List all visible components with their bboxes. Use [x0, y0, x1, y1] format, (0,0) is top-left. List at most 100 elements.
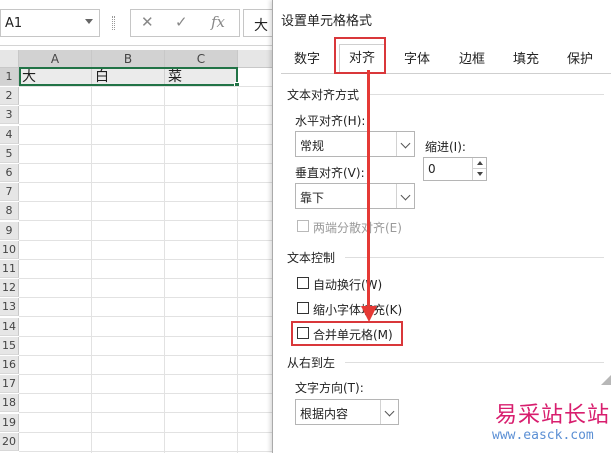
grid-line — [19, 258, 280, 260]
format-cells-dialog: 设置单元格格式 数字 对齐 字体 边框 填充 保护 文本对齐方式 水平对齐(H)… — [272, 0, 611, 453]
row-header-1[interactable]: 1 — [0, 68, 19, 86]
text-direction-value: 根据内容 — [300, 407, 349, 421]
row-header-6[interactable]: 6 — [0, 164, 19, 182]
select-all-corner[interactable] — [0, 50, 19, 68]
row-header-12[interactable]: 12 — [0, 279, 19, 298]
horizontal-align-label: 水平对齐(H): — [295, 114, 366, 128]
row-header-7[interactable]: 7 — [0, 183, 19, 202]
indent-value: 0 — [428, 162, 436, 176]
row-header-19[interactable]: 19 — [0, 413, 19, 432]
cell-selection — [19, 67, 238, 86]
arrow-down-icon — [361, 306, 377, 322]
tab-border[interactable]: 边框 — [448, 46, 496, 73]
annotation-arrow-line — [367, 70, 370, 310]
row-header-4[interactable]: 4 — [0, 125, 19, 144]
grid-line — [19, 182, 280, 183]
grid-line — [19, 316, 280, 318]
tab-bar: 数字 对齐 字体 边框 填充 保护 — [281, 44, 611, 74]
cancel-icon[interactable]: ✕ — [141, 13, 154, 31]
spin-down-button[interactable] — [472, 169, 486, 180]
column-header-b[interactable]: B — [92, 50, 165, 68]
grid-line — [19, 335, 280, 337]
row-header-11[interactable]: 11 — [0, 260, 19, 278]
text-control-title: 文本控制 — [287, 251, 336, 265]
group-divider — [345, 362, 604, 363]
formula-buttons: ✕ ✓ fx — [130, 9, 240, 37]
grid-line — [19, 105, 280, 107]
triangle-down-icon — [477, 172, 483, 176]
grid-line — [19, 431, 280, 433]
text-direction-label: 文字方向(T): — [295, 381, 364, 395]
row-header-10[interactable]: 10 — [0, 240, 19, 259]
grid-line — [237, 68, 238, 453]
enter-icon[interactable]: ✓ — [175, 13, 188, 31]
row-header-9[interactable]: 9 — [0, 221, 19, 240]
column-header-a[interactable]: A — [19, 50, 92, 68]
chevron-down-icon — [400, 190, 411, 201]
grid-line — [19, 374, 280, 375]
grid-line — [91, 68, 92, 453]
grid-line — [19, 278, 280, 279]
fill-handle[interactable] — [234, 82, 240, 88]
grid-line — [19, 143, 280, 145]
row-header-18[interactable]: 18 — [0, 394, 19, 413]
watermark-logo-text: 易采站长站 — [495, 403, 611, 428]
formula-input-value: 大 — [254, 18, 268, 34]
wrap-text-checkbox[interactable] — [297, 277, 309, 289]
grid-line — [19, 162, 280, 164]
chevron-down-icon — [384, 406, 395, 417]
shrink-to-fit-checkbox[interactable] — [297, 302, 309, 314]
row-header-20[interactable]: 20 — [0, 432, 19, 451]
rtl-title: 从右到左 — [287, 356, 336, 370]
spreadsheet-grid[interactable]: A B C 1 2 3 4 5 6 7 8 9 10 11 12 13 14 15 16 17 18 19 20 大 … — [0, 50, 280, 453]
vertical-align-select[interactable]: 靠下 — [295, 183, 415, 209]
row-header-15[interactable]: 15 — [0, 336, 19, 355]
vertical-align-value: 靠下 — [300, 191, 325, 205]
tab-number[interactable]: 数字 — [283, 46, 331, 73]
column-header-c[interactable]: C — [165, 50, 238, 68]
tab-protection[interactable]: 保护 — [556, 46, 604, 73]
indent-label: 缩进(I): — [425, 140, 466, 154]
wrap-text-label: 自动换行(W) — [313, 278, 383, 292]
row-header-3[interactable]: 3 — [0, 106, 19, 125]
dropdown-button[interactable] — [396, 132, 414, 156]
row-header-13[interactable]: 13 — [0, 298, 19, 317]
separator-grip — [112, 16, 115, 30]
text-direction-select[interactable]: 根据内容 — [295, 399, 399, 425]
group-divider — [369, 94, 604, 95]
grid-line — [19, 86, 280, 87]
spin-up-button[interactable] — [472, 158, 486, 169]
fx-icon[interactable]: fx — [211, 13, 225, 31]
dropdown-button[interactable] — [380, 400, 398, 424]
row-header-5[interactable]: 5 — [0, 144, 19, 163]
distributed-checkbox[interactable] — [297, 220, 309, 232]
dropdown-button[interactable] — [396, 184, 414, 208]
grid-line — [19, 450, 280, 452]
tab-font[interactable]: 字体 — [393, 46, 441, 73]
indent-spinner[interactable]: 0 — [423, 157, 487, 181]
vertical-align-label: 垂直对齐(V): — [295, 166, 365, 180]
grid-line — [19, 354, 280, 356]
chevron-down-icon — [400, 138, 411, 149]
tab-highlight-box — [334, 37, 386, 74]
grid-line — [19, 412, 280, 414]
grid-line — [19, 297, 280, 299]
triangle-up-icon — [477, 161, 483, 165]
row-header-14[interactable]: 14 — [0, 317, 19, 336]
grid-line — [19, 393, 280, 395]
horizontal-align-value: 常规 — [300, 139, 325, 153]
chevron-down-icon[interactable] — [85, 19, 93, 24]
row-header-2[interactable]: 2 — [0, 87, 19, 106]
name-box-value: A1 — [5, 16, 23, 31]
horizontal-align-select[interactable]: 常规 — [295, 131, 415, 157]
name-box[interactable]: A1 — [0, 9, 100, 37]
shrink-to-fit-label: 缩小字体填充(K) — [313, 303, 403, 317]
merge-highlight-box — [291, 321, 403, 346]
row-header-17[interactable]: 17 — [0, 375, 19, 394]
grid-line — [19, 220, 280, 222]
watermark-url: www.easck.com — [492, 428, 594, 443]
tab-fill[interactable]: 填充 — [502, 46, 550, 73]
dialog-title: 设置单元格格式 — [281, 14, 373, 29]
row-header-8[interactable]: 8 — [0, 202, 19, 221]
row-header-16[interactable]: 16 — [0, 356, 19, 374]
